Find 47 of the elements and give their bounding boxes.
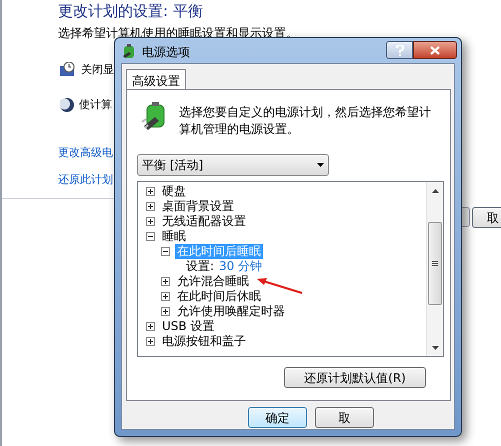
tree-item[interactable]: USB 设置	[160, 319, 216, 334]
settings-link[interactable]: 更改高级电	[58, 145, 113, 162]
help-button[interactable]	[386, 41, 413, 59]
plan-dropdown[interactable]: 平衡 [活动]	[137, 154, 329, 176]
tree-item[interactable]: 允许使用唤醒定时器	[175, 304, 287, 319]
expand-icon[interactable]	[146, 337, 155, 346]
tab[interactable]: 高级设置	[126, 69, 186, 91]
description-text: 选择您要自定义的电源计划，然后选择您希望计算机管理的电源设置。	[179, 104, 432, 138]
setting-label: 使计算	[79, 96, 112, 112]
tree-item[interactable]: 允许混合睡眠	[175, 274, 251, 289]
ok-button[interactable]: 确定	[248, 407, 307, 428]
tree-item[interactable]: 无线适配器设置	[160, 214, 248, 229]
tree-item[interactable]: 在此时间后休眠	[175, 289, 263, 304]
expand-icon[interactable]	[146, 217, 155, 226]
expand-icon[interactable]	[146, 187, 155, 196]
cancel-button[interactable]: 取	[315, 407, 374, 428]
collapse-icon[interactable]	[146, 232, 155, 241]
monitor-clock-icon	[60, 62, 76, 78]
scrollbar[interactable]	[426, 182, 443, 356]
close-icon	[430, 46, 440, 54]
scroll-down-icon[interactable]	[432, 346, 439, 350]
window-title: 电源选项	[142, 44, 190, 61]
setting-label: 关闭显	[81, 62, 114, 78]
setting-label: 设置:	[186, 259, 214, 274]
setting-value[interactable]: 30 分钟	[219, 259, 262, 274]
expand-icon[interactable]	[161, 292, 170, 301]
restore-defaults-button[interactable]: 还原计划默认值(R)	[284, 367, 426, 388]
expand-icon[interactable]	[161, 277, 170, 286]
tree-item[interactable]: 睡眠	[160, 229, 188, 244]
dropdown-arrow-icon	[317, 163, 324, 167]
expand-icon[interactable]	[146, 322, 155, 331]
help-icon	[396, 44, 404, 56]
battery-plug-icon	[121, 44, 137, 60]
cancel-button[interactable]: 取	[472, 207, 501, 228]
grip-icon	[432, 261, 438, 266]
collapse-icon[interactable]	[161, 247, 170, 256]
close-button[interactable]	[413, 41, 457, 59]
scrollbar-thumb[interactable]	[428, 222, 442, 305]
scroll-up-icon[interactable]	[432, 189, 439, 193]
page-title: 更改计划的设置: 平衡	[58, 1, 203, 22]
expand-icon[interactable]	[161, 307, 170, 316]
tree-item[interactable]: 桌面背景设置	[160, 199, 236, 214]
settings-link[interactable]: 还原此计划	[58, 172, 113, 188]
tree-item[interactable]: 硬盘	[160, 184, 188, 199]
moon-icon	[60, 98, 74, 112]
tree-item[interactable]: 电源按钮和盖子	[160, 334, 248, 349]
expand-icon[interactable]	[146, 202, 155, 211]
